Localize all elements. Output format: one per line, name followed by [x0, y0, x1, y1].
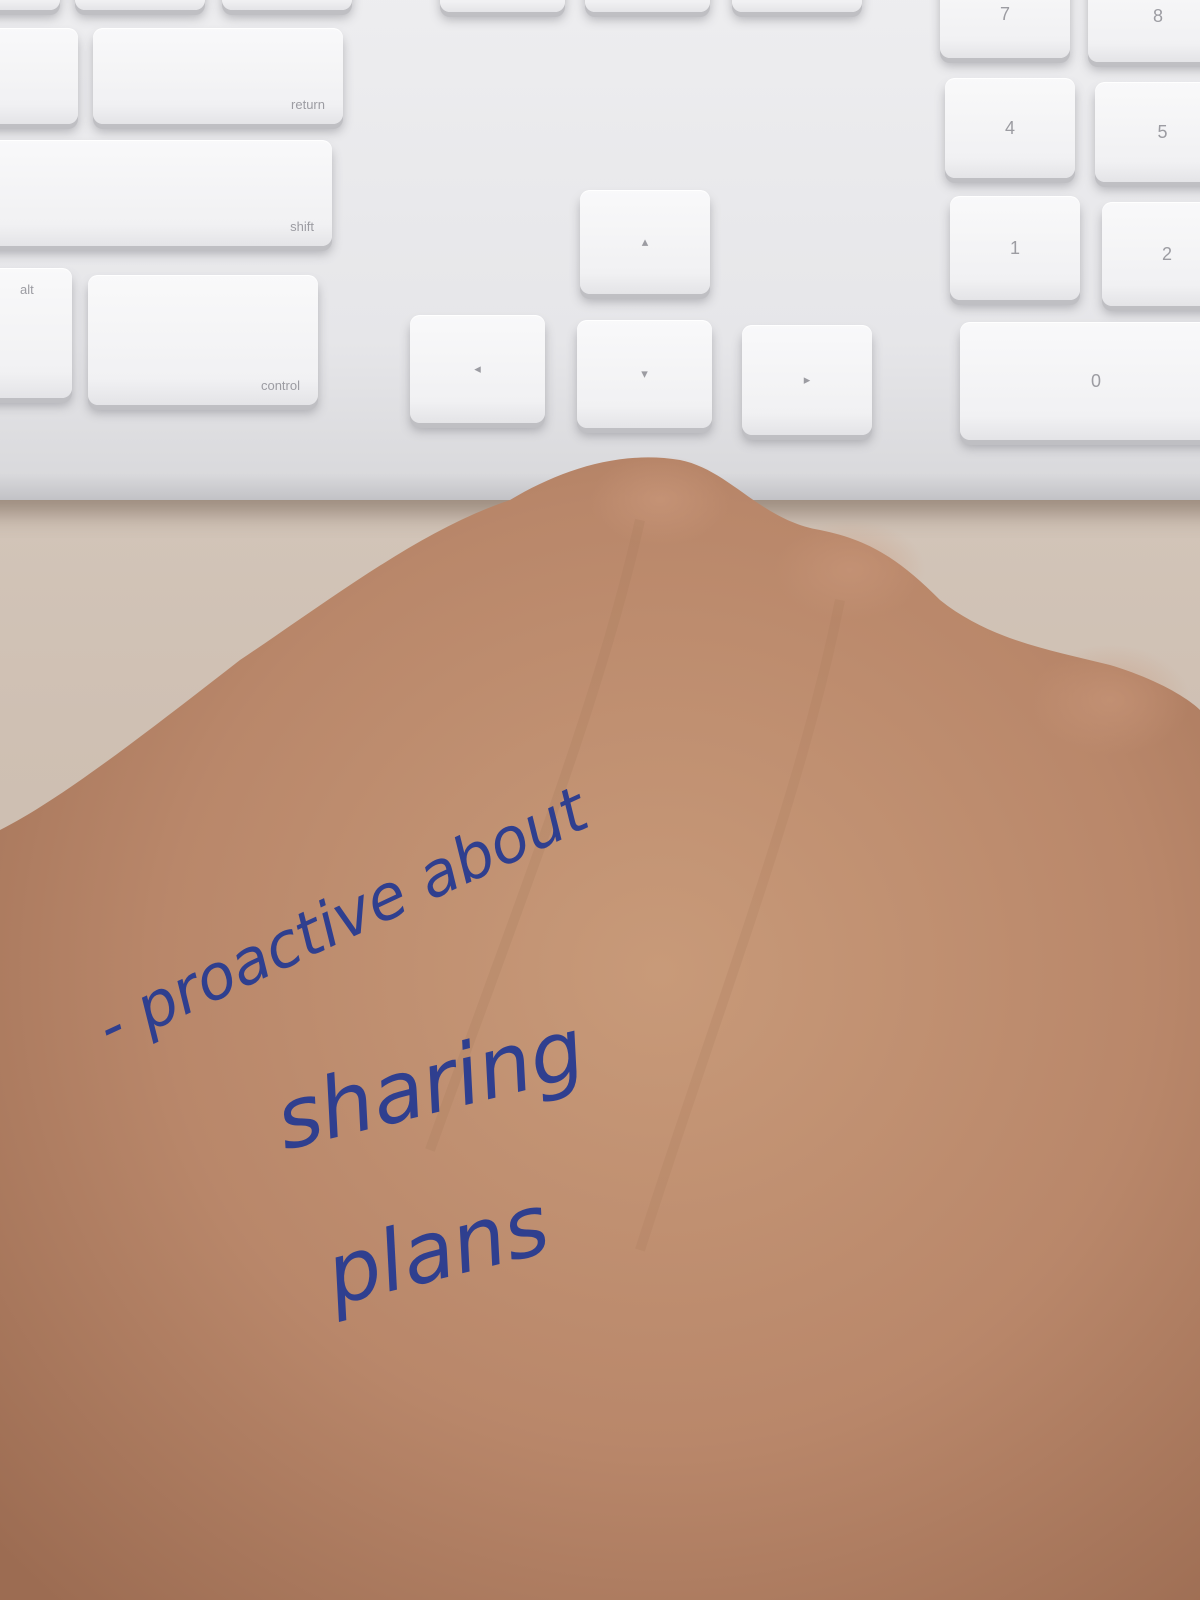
photo-scene: return shift ▴ alt control ◂ ▾ ▸ 7 8 4 5…	[0, 0, 1200, 1600]
knuckle-3	[1030, 645, 1190, 755]
knuckle-1	[590, 455, 730, 545]
knuckle-2	[775, 520, 925, 620]
hand-photo: - proactive about sharing plans	[0, 455, 1200, 1600]
